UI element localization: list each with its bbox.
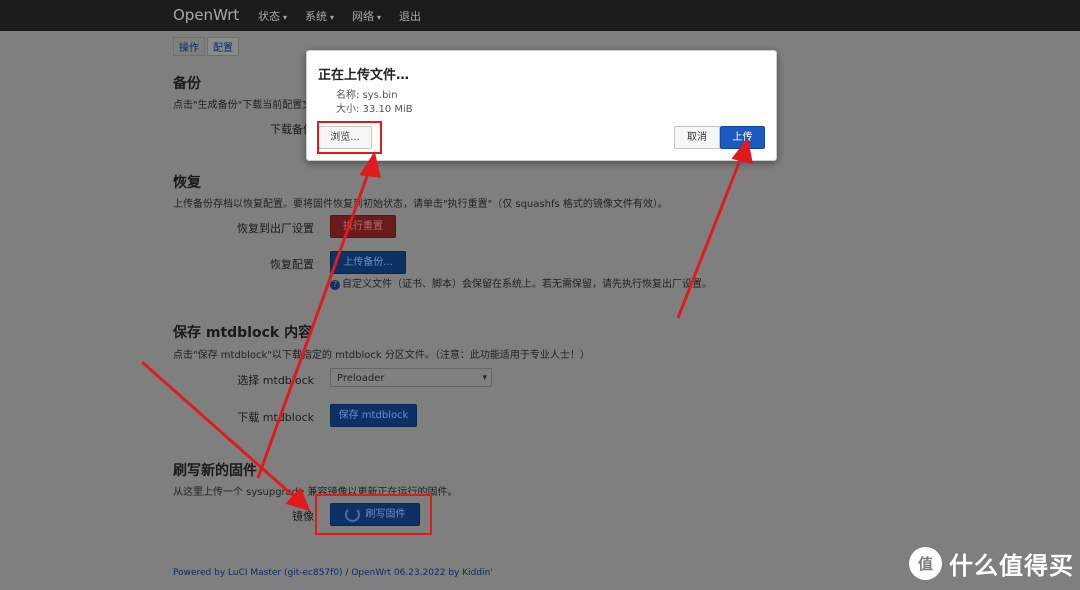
image-label: 镜像 <box>292 510 314 523</box>
restore-description: 上传备份存档以恢复配置。要将固件恢复到初始状态，请单击"执行重置"（仅 squa… <box>173 199 668 210</box>
openwrt-link[interactable]: OpenWrt 06.23.2022 by Kiddin' <box>351 568 492 578</box>
watermark-text: 什么值得买 <box>949 552 1074 580</box>
nav-logout[interactable]: 退出 <box>399 8 421 24</box>
top-navbar: OpenWrt 状态 ▾ 系统 ▾ 网络 ▾ 退出 <box>0 0 1080 31</box>
svg-text:值: 值 <box>918 555 933 573</box>
save-mtdblock-button[interactable]: 保存 mtdblock <box>330 404 417 427</box>
chevron-down-icon: ▾ <box>283 13 288 22</box>
annotation-box-browse <box>317 121 382 154</box>
tab-actions[interactable]: 操作 <box>173 37 205 56</box>
mtdblock-title: 保存 mtdblock 内容 <box>173 325 313 341</box>
restore-config-label: 恢复配置 <box>270 258 314 271</box>
question-icon: ? <box>330 280 340 290</box>
cancel-button[interactable]: 取消 <box>674 126 720 149</box>
mtdblock-download-label: 下载 mtdblock <box>237 411 314 424</box>
zhide-logo-icon: 值 <box>909 547 942 580</box>
footer: Powered by LuCI Master (git-ec857f0) / O… <box>173 568 493 578</box>
backup-description: 点击"生成备份"下载当前配置文件 <box>173 100 323 111</box>
tab-config[interactable]: 配置 <box>207 37 239 56</box>
chevron-down-icon: ▾ <box>482 373 487 383</box>
luci-link[interactable]: Powered by LuCI Master (git-ec857f0) <box>173 568 343 578</box>
main-nav: 状态 ▾ 系统 ▾ 网络 ▾ 退出 <box>258 8 439 24</box>
flash-title: 刷写新的固件 <box>173 463 257 479</box>
annotation-box-flash <box>315 494 432 535</box>
page-tabs: 操作 配置 <box>173 37 241 56</box>
file-name: 名称: sys.bin <box>336 90 398 101</box>
factory-reset-label: 恢复到出厂设置 <box>237 222 314 235</box>
backup-title: 备份 <box>173 76 201 92</box>
restore-help-text: ? 自定义文件（证书、脚本）会保留在系统上。若无需保留，请先执行恢复出厂设置。 <box>330 275 712 290</box>
mtdblock-select-label: 选择 mtdblock <box>237 374 314 387</box>
chevron-down-icon: ▾ <box>330 13 335 22</box>
download-backup-label: 下载备份 <box>270 123 314 136</box>
mtdblock-select[interactable]: Preloader ▾ <box>330 368 492 387</box>
chevron-down-icon: ▾ <box>377 13 382 22</box>
upload-backup-button[interactable]: 上传备份... <box>330 251 406 274</box>
file-size: 大小: 33.10 MiB <box>336 104 413 115</box>
upload-button[interactable]: 上传 <box>720 126 765 149</box>
brand-logo[interactable]: OpenWrt <box>173 6 239 24</box>
nav-status[interactable]: 状态 ▾ <box>258 8 287 24</box>
restore-title: 恢复 <box>173 175 201 191</box>
nav-system[interactable]: 系统 ▾ <box>305 8 334 24</box>
watermark: 值 什么值得买 <box>909 546 1074 581</box>
mtdblock-description: 点击"保存 mtdblock"以下载指定的 mtdblock 分区文件。（注意：… <box>173 350 590 361</box>
dialog-title: 正在上传文件… <box>318 68 410 83</box>
nav-network[interactable]: 网络 ▾ <box>352 8 381 24</box>
reset-button[interactable]: 执行重置 <box>330 215 396 238</box>
